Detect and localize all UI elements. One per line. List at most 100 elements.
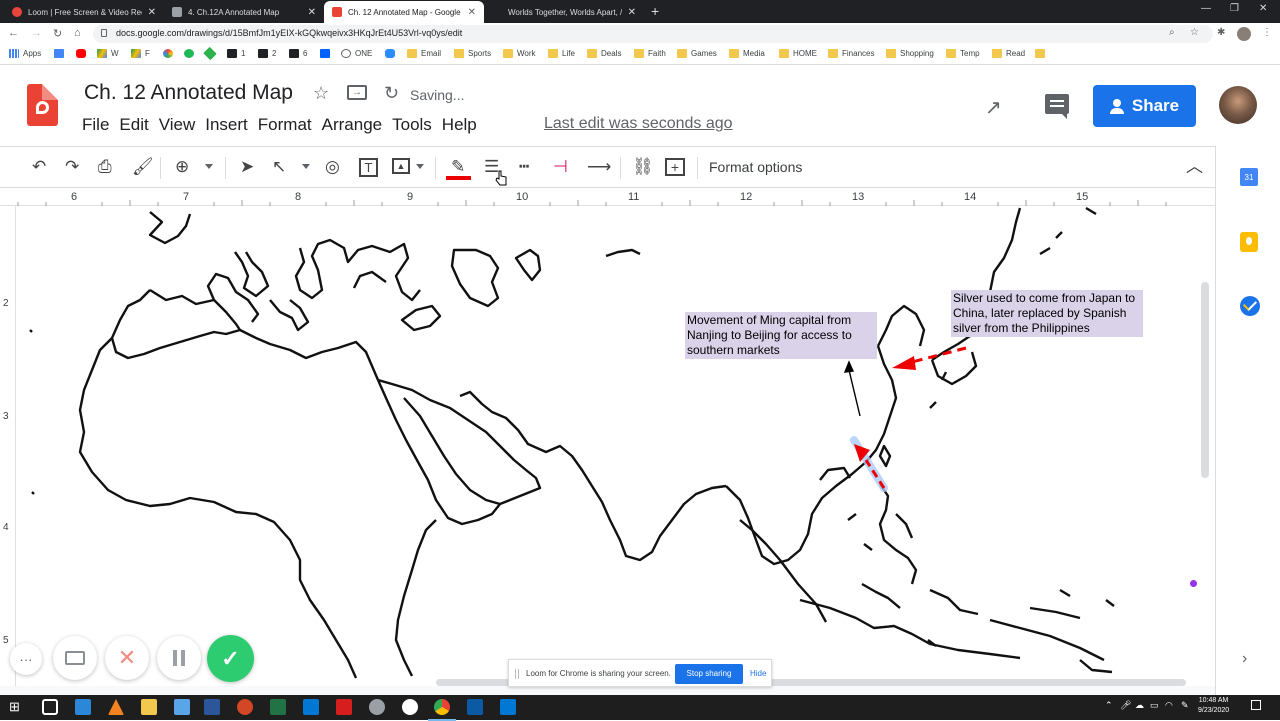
menu-tools[interactable]: Tools: [392, 115, 442, 135]
line-end-arrow-icon[interactable]: ⟶: [587, 158, 611, 176]
menu-insert[interactable]: Insert: [205, 115, 258, 135]
loom-cancel-icon[interactable]: ✕: [105, 636, 149, 680]
battery-icon[interactable]: ▭: [1150, 700, 1159, 711]
outlook-icon[interactable]: [303, 699, 319, 715]
bookmark-dropbox[interactable]: [320, 49, 334, 58]
bookmark-folder-faith[interactable]: Faith: [634, 49, 666, 58]
comments-icon[interactable]: [1045, 94, 1069, 119]
bookmark-folder-work[interactable]: Work: [503, 49, 536, 58]
pen-icon[interactable]: ✎: [1181, 700, 1189, 711]
share-button[interactable]: Share: [1093, 85, 1196, 127]
word-icon[interactable]: [204, 699, 220, 715]
bookmark-folder-media[interactable]: Media: [729, 49, 765, 58]
photos-app-icon[interactable]: [75, 699, 91, 715]
loom-camera-icon[interactable]: [53, 636, 97, 680]
globe-app-icon[interactable]: [402, 699, 418, 715]
reload-icon[interactable]: ↻: [53, 27, 62, 40]
browser-tab[interactable]: 4. Ch.12A Annotated Map ✕: [164, 1, 324, 23]
account-avatar[interactable]: [1219, 86, 1257, 124]
bookmark-folder-finances[interactable]: Finances: [828, 49, 874, 58]
bookmark-calendar[interactable]: [54, 49, 68, 58]
restore-icon[interactable]: ❐: [1230, 3, 1239, 14]
browser-tab[interactable]: Loom | Free Screen & Video Rec ✕: [4, 1, 164, 23]
last-edit-link[interactable]: Last edit was seconds ago: [544, 115, 733, 133]
bookmark-zoom[interactable]: [385, 49, 399, 58]
browser-tab[interactable]: Worlds Together, Worlds Apart, / ✕: [484, 1, 644, 23]
minimize-icon[interactable]: —: [1201, 3, 1211, 14]
microphone-icon[interactable]: 🎤︎: [1120, 700, 1131, 711]
bookmark-folder-deals[interactable]: Deals: [587, 49, 621, 58]
menu-file[interactable]: File: [82, 115, 119, 135]
expand-panel-icon[interactable]: ›: [1242, 650, 1247, 668]
bookmark-spotify[interactable]: [184, 49, 198, 58]
zoom-dropdown-icon[interactable]: [205, 164, 213, 169]
line-dash-icon[interactable]: ┅: [519, 158, 529, 176]
vertical-scrollbar[interactable]: [1201, 282, 1209, 478]
bookmark-folder-games[interactable]: Games: [677, 49, 717, 58]
bookmark-feedly[interactable]: [203, 46, 219, 61]
mail-app-icon[interactable]: [174, 699, 190, 715]
back-icon[interactable]: ←: [8, 27, 19, 39]
stop-sharing-button[interactable]: Stop sharing: [675, 664, 743, 684]
line-color-icon[interactable]: ✎: [451, 158, 465, 176]
bookmark-folder-sports[interactable]: Sports: [454, 49, 491, 58]
bookmark-folder-shopping[interactable]: Shopping: [886, 49, 934, 58]
bookmark-2[interactable]: 2: [258, 49, 276, 58]
bookmark-folder-temp[interactable]: Temp: [946, 49, 980, 58]
file-explorer-icon[interactable]: [141, 699, 157, 715]
redo-icon[interactable]: ↷: [65, 158, 79, 176]
camera-app-icon[interactable]: [42, 699, 58, 715]
menu-format[interactable]: Format: [258, 115, 322, 135]
undo-icon[interactable]: ↶: [32, 158, 46, 176]
tasks-icon[interactable]: [1240, 296, 1260, 316]
calendar-icon[interactable]: 31: [1240, 168, 1258, 186]
line-start-icon[interactable]: ⊣: [553, 158, 568, 176]
insert-link-icon[interactable]: ⛓: [632, 158, 654, 176]
powerpoint-icon[interactable]: [237, 699, 253, 715]
text-box-icon[interactable]: T: [359, 158, 378, 177]
new-tab-icon[interactable]: +: [651, 3, 659, 19]
drawing-canvas[interactable]: Movement of Ming capital from Nanjing to…: [17, 206, 1195, 686]
bookmark-folder-life[interactable]: Life: [548, 49, 575, 58]
drawings-logo-icon[interactable]: [27, 84, 58, 126]
document-title[interactable]: Ch. 12 Annotated Map: [84, 81, 293, 105]
tab-close-icon[interactable]: ✕: [148, 7, 156, 18]
tray-expand-icon[interactable]: ⌃: [1105, 700, 1113, 711]
browser-tab-active[interactable]: Ch. 12 Annotated Map - Google ✕: [324, 1, 484, 23]
zoom-icon[interactable]: ⌕: [1169, 27, 1175, 38]
omnibox[interactable]: docs.google.com/drawings/d/15BmfJm1yEIX-…: [93, 25, 1213, 43]
paint-format-icon[interactable]: 🖌: [132, 158, 154, 176]
bookmark-folder-read[interactable]: Read: [992, 49, 1025, 58]
vlc-icon[interactable]: [108, 699, 124, 715]
extensions-icon[interactable]: ✱: [1217, 27, 1225, 38]
image-icon[interactable]: ▲: [392, 158, 410, 174]
bookmark-photos[interactable]: [163, 49, 177, 58]
menu-edit[interactable]: Edit: [119, 115, 158, 135]
notifications-icon[interactable]: [1251, 700, 1261, 710]
hide-banner-button[interactable]: Hide: [750, 669, 766, 678]
line-tool-icon[interactable]: ↖: [272, 158, 286, 176]
bookmark-star-icon[interactable]: ☆: [1190, 27, 1199, 38]
menu-arrange[interactable]: Arrange: [322, 115, 392, 135]
line-dropdown-icon[interactable]: [302, 164, 310, 169]
tab-close-icon[interactable]: ✕: [468, 7, 476, 18]
star-icon[interactable]: ☆: [313, 83, 329, 104]
loom-pause-icon[interactable]: [157, 636, 201, 680]
bookmark-6[interactable]: 6: [289, 49, 307, 58]
image-dropdown-icon[interactable]: [416, 164, 424, 169]
tab-close-icon[interactable]: ✕: [308, 7, 316, 18]
excel-icon[interactable]: [270, 699, 286, 715]
zoom-icon[interactable]: ⊕: [175, 158, 189, 176]
shape-tool-icon[interactable]: ◎: [325, 158, 340, 176]
cloud-icon[interactable]: ☁: [1135, 700, 1144, 711]
format-options-button[interactable]: Format options: [709, 159, 802, 175]
drag-handle-icon[interactable]: [515, 669, 519, 679]
silver-trade-annotation[interactable]: Silver used to come from Japan to China,…: [951, 290, 1143, 337]
bookmark-drive-f[interactable]: F: [131, 49, 150, 58]
profile-avatar[interactable]: [1237, 27, 1251, 41]
bookmark-youtube[interactable]: [76, 49, 90, 58]
collapse-toolbar-icon[interactable]: ︿: [1186, 158, 1203, 176]
wifi-icon[interactable]: ◠: [1165, 700, 1173, 711]
bookmark-drive-w[interactable]: W: [97, 49, 119, 58]
bookmark-1[interactable]: 1: [227, 49, 245, 58]
